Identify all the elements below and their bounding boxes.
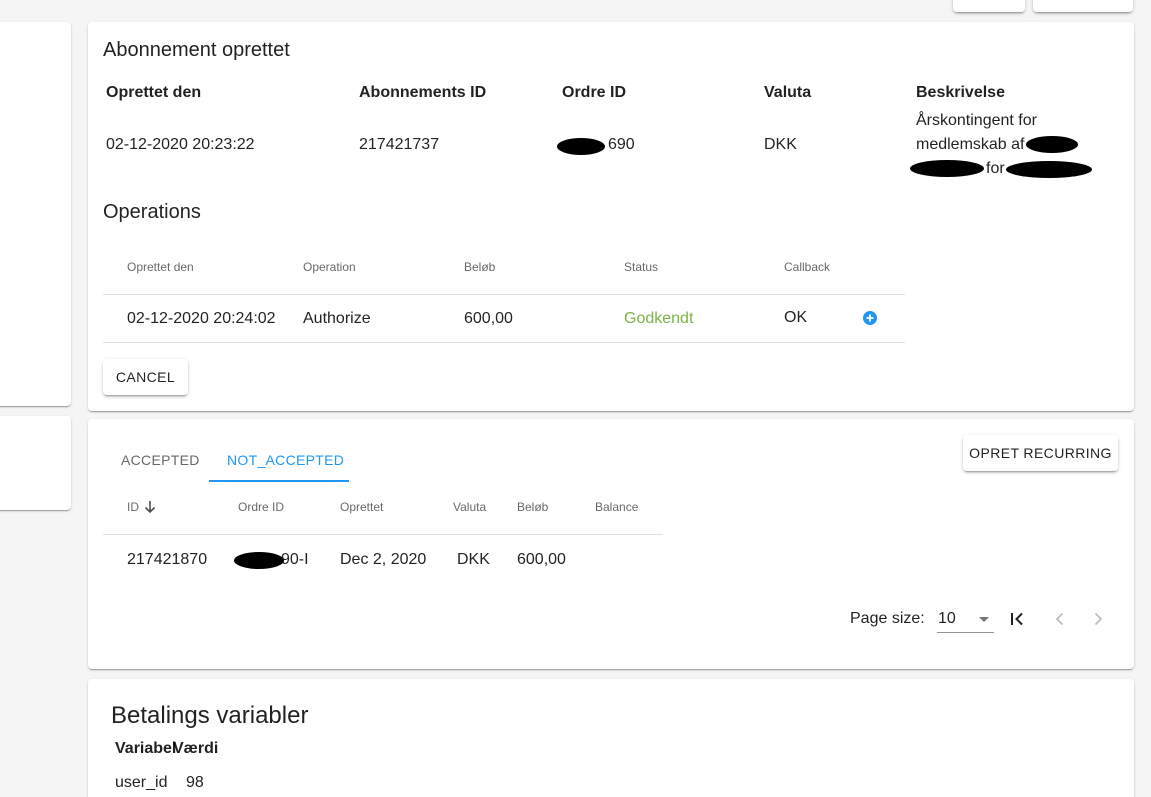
subscription-title: Abonnement oprettet <box>103 39 290 61</box>
rec-header-divider <box>103 534 663 535</box>
top-button-1[interactable] <box>953 0 1025 12</box>
expand-plus-icon[interactable] <box>863 311 877 325</box>
first-page-icon[interactable] <box>1009 610 1027 628</box>
header-currency: Valuta <box>764 84 812 101</box>
ops-col-created: Oprettet den <box>127 260 194 274</box>
pv-row-value: 98 <box>186 774 204 791</box>
top-button-2[interactable] <box>1033 0 1133 12</box>
rec-col-amount: Beløb <box>517 500 549 514</box>
tab-not-accepted[interactable]: NOT_ACCEPTED <box>227 452 344 468</box>
rec-row-id: 217421870 <box>127 551 208 568</box>
description-line-1: Årskontingent for <box>916 112 1037 129</box>
payment-variables-title: Betalings variabler <box>111 702 309 729</box>
recurring-card: ACCEPTED NOT_ACCEPTED OPRET RECURRING ID… <box>88 419 1134 669</box>
value-subscription-id: 217421737 <box>359 136 440 153</box>
pv-col-variable: Variabel <box>115 740 177 757</box>
rec-col-created: Oprettet <box>340 500 384 514</box>
sort-arrow-down-icon[interactable] <box>144 500 156 514</box>
operations-title: Operations <box>103 201 201 223</box>
rec-col-id[interactable]: ID <box>127 500 139 514</box>
description-line-2: medlemskab af <box>916 136 1025 153</box>
payment-variables-card: Betalings variabler Variabel Værdi user_… <box>88 679 1134 797</box>
tab-accepted[interactable]: ACCEPTED <box>121 452 200 468</box>
ops-col-amount: Beløb <box>464 260 496 274</box>
active-tab-indicator <box>209 480 349 482</box>
page-size-select[interactable]: 10 <box>937 605 994 633</box>
create-recurring-button[interactable]: OPRET RECURRING <box>963 435 1118 471</box>
left-panel-card-1 <box>0 22 71 406</box>
subscription-card: Abonnement oprettet Oprettet den Abonnem… <box>88 22 1134 411</box>
value-currency: DKK <box>764 136 797 153</box>
rec-row-amount: 600,00 <box>517 551 566 568</box>
redaction-description-2 <box>910 160 984 177</box>
page-size-label: Page size: <box>850 610 925 627</box>
rec-col-balance: Balance <box>595 500 639 514</box>
left-panel-card-2 <box>0 416 71 510</box>
page-size-value: 10 <box>938 610 956 627</box>
redaction-rec-order-id <box>234 552 284 569</box>
header-subscription-id: Abonnements ID <box>359 84 487 101</box>
next-page-icon[interactable] <box>1089 610 1107 628</box>
rec-row-order-id: 90-I <box>281 551 309 568</box>
pv-row-name: user_id <box>115 774 168 791</box>
pv-col-value: Værdi <box>173 740 219 757</box>
ops-col-status: Status <box>624 260 659 274</box>
ops-row-callback: OK <box>784 309 808 326</box>
header-description: Beskrivelse <box>916 84 1005 101</box>
header-created: Oprettet den <box>106 84 202 101</box>
dropdown-arrow-icon <box>979 617 989 622</box>
redaction-description-3 <box>1006 161 1092 178</box>
value-order-id: 690 <box>608 136 635 153</box>
ops-row-created: 02-12-2020 20:24:02 <box>127 310 276 327</box>
ops-col-operation: Operation <box>303 260 356 274</box>
rec-row-created: Dec 2, 2020 <box>340 551 427 568</box>
header-order-id: Ordre ID <box>562 84 627 101</box>
rec-row-currency: DKK <box>457 551 490 568</box>
ops-header-divider <box>103 294 905 295</box>
redaction-order-id <box>557 138 605 155</box>
value-created: 02-12-2020 20:23:22 <box>106 136 255 153</box>
ops-row-divider <box>103 342 905 343</box>
ops-row-amount: 600,00 <box>464 310 513 327</box>
ops-row-operation: Authorize <box>303 310 371 327</box>
cancel-button[interactable]: CANCEL <box>103 359 188 395</box>
ops-col-callback: Callback <box>784 260 831 274</box>
prev-page-icon[interactable] <box>1051 610 1069 628</box>
ops-row-status: Godkendt <box>624 310 694 327</box>
rec-col-currency: Valuta <box>453 500 487 514</box>
description-line-3: for <box>986 160 1005 177</box>
rec-col-order-id: Ordre ID <box>238 500 285 514</box>
redaction-description-1 <box>1026 136 1078 153</box>
